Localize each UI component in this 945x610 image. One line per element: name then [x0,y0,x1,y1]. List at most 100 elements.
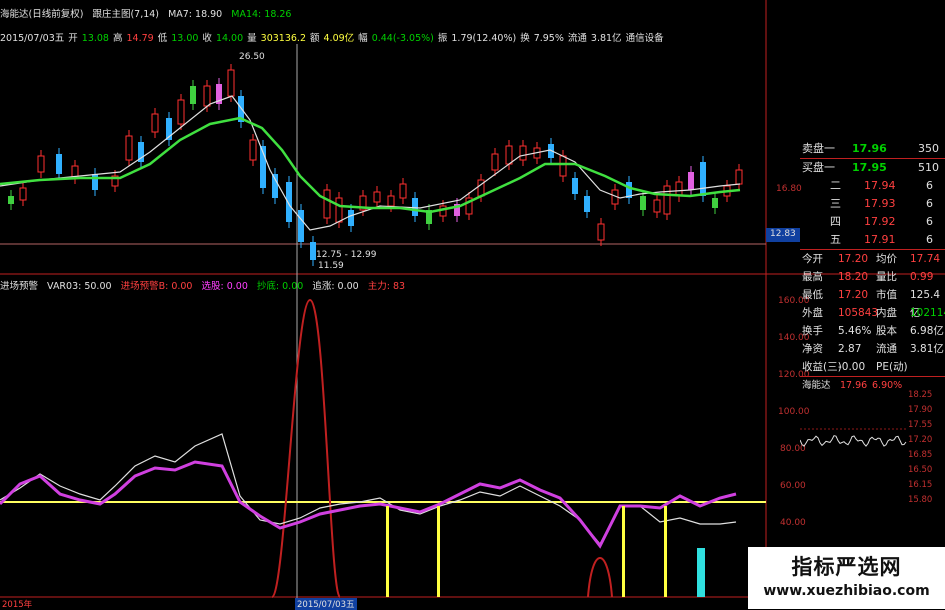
candle-body [286,182,292,222]
stat-row: 最低 17.20 市值 125.4亿 [800,286,945,319]
candle-body [92,174,98,190]
stat-row: 外盘 105843内盘 102114 [800,304,945,322]
yellow-signal-bars [386,506,667,597]
stat-row: 收益(三) -0.00 PE(动) [800,358,945,376]
candle-body [653,199,661,213]
stat-cell: 外盘 [802,307,823,319]
candle-body [272,174,278,198]
candle-body [572,178,578,194]
candle-body [688,172,694,190]
stat-cell: 2.87 [838,343,862,355]
bid-label: 三 [830,197,841,210]
stat-cell: 净资 [802,343,823,355]
candle-body [56,154,62,174]
mini-chart-name: 海能达 [802,380,831,391]
main-force-spike [271,298,341,598]
candle-body [584,196,590,212]
candle-body [491,153,499,171]
bid-label: 二 [830,179,841,192]
stat-cell: 今开 [802,253,823,265]
candle-body [399,183,407,199]
var03-white-line [0,433,737,546]
stat-cell: 17.74 [910,253,941,265]
stat-cell: 收益(三) [802,361,842,373]
mini-axis-tick: 15.80 [908,495,933,505]
bid-price: 17.92 [864,215,896,228]
stat-cell: 0.99 [910,271,934,283]
ask-price: 17.96 [852,142,887,155]
mini-axis-tick: 16.85 [908,450,933,460]
price-marker-value: 12.83 [770,229,796,239]
time-axis-cursor-date: 2015/07/03五 [295,598,357,610]
candle-body [597,223,605,241]
candle-body [559,155,567,177]
candle-body [335,197,343,223]
candle-body [298,210,304,242]
watermark-url: www.xuezhibiao.com [763,583,930,599]
stat-cell: 最低 [802,289,823,301]
stat-row: 最高 18.20 量比 0.99 [800,268,945,286]
mini-axis: 18.25 17.90 17.55 17.20 16.85 16.50 16.1… [908,390,945,510]
candle-body [640,196,646,210]
time-axis-year: 2015年 [2,600,33,610]
signal-bar [386,506,389,597]
bid-row: 买盘一 17.95 510 [800,159,945,177]
bid-volume: 6 [926,215,933,228]
candle-body [249,139,257,161]
stat-cell: 换手 [802,325,823,337]
mini-axis-tick: 18.25 [908,390,933,400]
ma7-line [0,95,741,231]
ask-label: 卖盘一 [802,142,835,155]
bid-label: 买盘一 [802,161,835,174]
stat-row: 今开 17.20 均价 17.74 [800,250,945,268]
stat-cell: 17.20 [838,253,869,265]
candle-body [190,86,196,104]
ind-axis-tick: 60.00 [780,481,806,491]
mini-chart-price: 17.96 [840,380,868,391]
candle-body [505,145,513,165]
candle-body [227,69,235,97]
candle-body [323,189,331,219]
bottom-fish-value: 抄底: 0.00 [256,281,304,292]
candle-body [675,181,683,197]
indicator-title[interactable]: 进场预警 [0,281,38,292]
stat-cell: PE(动) [876,361,908,373]
bid-volume: 6 [926,233,933,246]
mini-axis-tick: 17.55 [908,420,933,430]
candle-body [177,99,185,125]
stat-cell: 内盘 [876,307,897,319]
stats-table: 今开 17.20 均价 17.74 最高 18.20 量比 0.99 最低 17.20 市值 125.… [800,250,945,376]
bid-row: 四 17.92 6 [800,213,945,231]
candle-body [125,135,133,161]
stat-cell: -0.00 [838,361,866,373]
bid-row: 二 17.94 6 [800,177,945,195]
bid-price: 17.93 [864,197,896,210]
var03-magenta-line [0,460,737,549]
mini-intraday-chart[interactable] [800,398,908,460]
stat-cell: 3.81亿 [910,343,944,355]
mini-price-line [800,435,907,447]
price-axis-label: 16.80 [776,184,802,194]
watermark: 指标严选网 www.xuezhibiao.com [748,547,945,609]
candle-body [19,187,27,201]
quote-panel: 卖盘一 17.96 350 买盘一 17.95 510 二 17.94 6 三 … [800,140,945,395]
candle-body [387,195,395,207]
stat-cell: 18.20 [838,271,869,283]
stat-cell: 6.98亿 [910,325,944,337]
ind-axis-tick: 40.00 [780,518,806,528]
stat-cell: 5.46% [838,325,872,337]
follow-value: 追涨: 0.00 [312,281,359,292]
bid-price: 17.95 [852,161,887,174]
stat-row: 净资 2.87 流通 3.81亿 [800,340,945,358]
stat-cell: 流通 [876,343,897,355]
mini-chart-pct: 6.90% [872,380,903,391]
ask-row: 卖盘一 17.96 350 [800,140,945,159]
stat-row: 换手 5.46% 股本 6.98亿 [800,322,945,340]
candle-body [348,210,354,226]
stat-cell: 市值 [876,289,897,301]
mini-axis-tick: 17.90 [908,405,933,415]
candle-body [373,191,381,203]
candle-body [203,85,211,107]
candle-body [412,198,418,216]
stat-cell: 最高 [802,271,823,283]
